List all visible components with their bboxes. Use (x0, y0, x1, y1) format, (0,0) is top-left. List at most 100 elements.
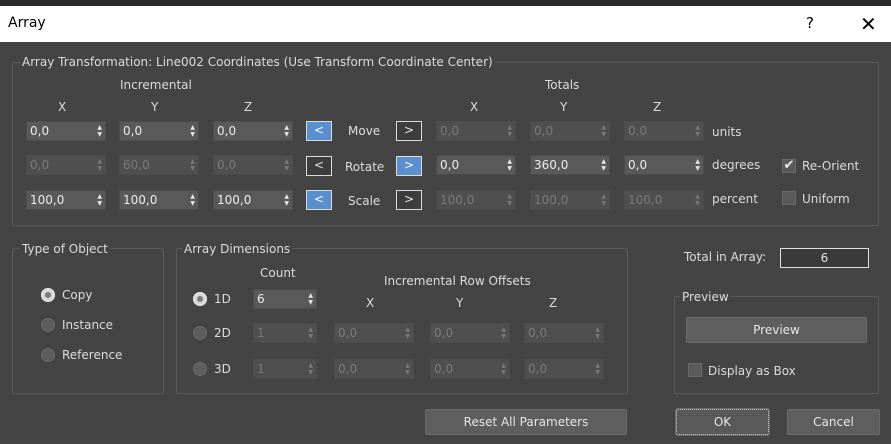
inc-y-header: Y (151, 100, 159, 114)
scale-left-arrow-button[interactable]: < (306, 190, 332, 210)
scale-right-arrow-button[interactable]: > (396, 190, 422, 210)
spinner-arrows-icon[interactable]: ▲ ▼ (308, 362, 313, 376)
spinner-arrows-icon[interactable]: ▲ ▼ (695, 124, 700, 138)
title-bar: Array ? ✕ (0, 6, 891, 42)
offset-3d-y[interactable]: 0,0 ▲ ▼ (430, 359, 510, 379)
tot-z-header: Z (653, 100, 662, 114)
rotate-label: Rotate (345, 160, 385, 174)
rotate-inc-y[interactable]: 60,0 ▲ ▼ (119, 155, 199, 175)
spinner-arrows-icon[interactable]: ▲ ▼ (284, 124, 289, 138)
inc-x-header: X (58, 100, 67, 114)
reorient-checkbox[interactable]: ✔ (782, 159, 796, 173)
rotate-right-arrow-button[interactable]: > (396, 156, 422, 176)
move-units-label: units (712, 125, 742, 139)
help-button[interactable]: ? (806, 14, 814, 32)
inc-z-header: Z (244, 100, 253, 114)
move-tot-x[interactable]: 0,0 ▲ ▼ (436, 121, 516, 141)
spinner-arrows-icon[interactable]: ▲ ▼ (507, 124, 512, 138)
instance-radio[interactable] (41, 318, 55, 332)
preview-button[interactable]: Preview (686, 317, 867, 343)
preview-title: Preview (680, 290, 731, 304)
reorient-label: Re-Orient (802, 159, 860, 173)
count-3d-spinner[interactable]: 1 ▲ ▼ (253, 359, 317, 379)
move-left-arrow-button[interactable]: < (306, 121, 332, 141)
scale-units-label: percent (712, 192, 758, 206)
offset-3d-z[interactable]: 0,0 ▲ ▼ (524, 359, 604, 379)
dimension-1d-radio[interactable] (193, 292, 207, 306)
spinner-arrows-icon[interactable]: ▲ ▼ (695, 193, 700, 207)
spinner-arrows-icon[interactable]: ▲ ▼ (308, 326, 313, 340)
spinner-arrows-icon[interactable]: ▲ ▼ (190, 124, 195, 138)
rotate-inc-x[interactable]: 0,0 ▲ ▼ (26, 155, 106, 175)
scale-tot-y[interactable]: 100,0 ▲ ▼ (530, 190, 610, 210)
spinner-arrows-icon[interactable]: ▲ ▼ (97, 124, 102, 138)
spinner-arrows-icon[interactable]: ▲ ▼ (501, 362, 506, 376)
offset-x-header: X (366, 296, 375, 310)
scale-inc-x[interactable]: 100,0 ▲ ▼ (26, 190, 106, 210)
spinner-arrows-icon[interactable]: ▲ ▼ (284, 193, 289, 207)
type-of-object-title: Type of Object (20, 242, 110, 256)
offsets-header: Incremental Row Offsets (384, 274, 531, 288)
move-right-arrow-button[interactable]: > (396, 121, 422, 141)
spinner-arrows-icon[interactable]: ▲ ▼ (190, 193, 195, 207)
rotate-left-arrow-button[interactable]: < (306, 156, 332, 176)
ok-button[interactable]: OK (675, 408, 770, 436)
move-tot-y[interactable]: 0,0 ▲ ▼ (530, 121, 610, 141)
spinner-arrows-icon[interactable]: ▲ ▼ (190, 158, 195, 172)
spinner-arrows-icon[interactable]: ▲ ▼ (507, 193, 512, 207)
spinner-arrows-icon[interactable]: ▲ ▼ (501, 326, 506, 340)
reference-radio[interactable] (41, 348, 55, 362)
offset-2d-z[interactable]: 0,0 ▲ ▼ (524, 323, 604, 343)
spinner-arrows-icon[interactable]: ▲ ▼ (601, 158, 606, 172)
move-inc-z[interactable]: 0,0 ▲ ▼ (213, 121, 293, 141)
spinner-arrows-icon[interactable]: ▲ ▼ (97, 193, 102, 207)
offset-2d-y[interactable]: 0,0 ▲ ▼ (430, 323, 510, 343)
close-button[interactable]: ✕ (860, 12, 877, 36)
array-dimensions-title: Array Dimensions (182, 242, 293, 256)
spinner-arrows-icon[interactable]: ▲ ▼ (601, 124, 606, 138)
rotate-tot-x[interactable]: 0,0 ▲ ▼ (436, 155, 516, 175)
rotate-units-label: degrees (712, 158, 761, 172)
dimension-1d-label: 1D (214, 292, 231, 306)
spinner-arrows-icon[interactable]: ▲ ▼ (405, 326, 410, 340)
move-inc-y[interactable]: 0,0 ▲ ▼ (119, 121, 199, 141)
count-2d-spinner[interactable]: 1 ▲ ▼ (253, 323, 317, 343)
spinner-arrows-icon[interactable]: ▲ ▼ (284, 158, 289, 172)
offset-3d-x[interactable]: 0,0 ▲ ▼ (334, 359, 414, 379)
uniform-label: Uniform (802, 192, 850, 206)
rotate-tot-z[interactable]: 0,0 ▲ ▼ (624, 155, 704, 175)
copy-label: Copy (62, 288, 93, 302)
scale-tot-x[interactable]: 100,0 ▲ ▼ (436, 190, 516, 210)
spinner-arrows-icon[interactable]: ▲ ▼ (695, 158, 700, 172)
scale-tot-z[interactable]: 100,0 ▲ ▼ (624, 190, 704, 210)
spinner-arrows-icon[interactable]: ▲ ▼ (308, 292, 313, 306)
display-as-box-checkbox[interactable] (688, 363, 702, 377)
reference-label: Reference (62, 348, 123, 362)
count-1d-spinner[interactable]: 6 ▲ ▼ (253, 289, 317, 309)
uniform-checkbox[interactable] (782, 191, 796, 205)
total-in-array-label: Total in Array: (684, 250, 767, 264)
spinner-arrows-icon[interactable]: ▲ ▼ (97, 158, 102, 172)
spinner-arrows-icon[interactable]: ▲ ▼ (405, 362, 410, 376)
cancel-button[interactable]: Cancel (787, 409, 880, 435)
dimension-2d-label: 2D (214, 326, 231, 340)
offset-z-header: Z (549, 296, 558, 310)
spinner-arrows-icon[interactable]: ▲ ▼ (595, 326, 600, 340)
dimension-2d-radio[interactable] (193, 326, 207, 340)
checkmark-icon: ✔ (783, 158, 795, 173)
total-in-array-value: 6 (780, 248, 869, 268)
dimension-3d-radio[interactable] (193, 362, 207, 376)
scale-inc-y[interactable]: 100,0 ▲ ▼ (119, 190, 199, 210)
copy-radio[interactable] (41, 288, 55, 302)
spinner-arrows-icon[interactable]: ▲ ▼ (507, 158, 512, 172)
move-inc-x[interactable]: 0,0 ▲ ▼ (26, 121, 106, 141)
rotate-inc-z[interactable]: 0,0 ▲ ▼ (213, 155, 293, 175)
spinner-arrows-icon[interactable]: ▲ ▼ (595, 362, 600, 376)
move-tot-z[interactable]: 0,0 ▲ ▼ (624, 121, 704, 141)
spinner-arrows-icon[interactable]: ▲ ▼ (601, 193, 606, 207)
scale-inc-z[interactable]: 100,0 ▲ ▼ (213, 190, 293, 210)
rotate-tot-y[interactable]: 360,0 ▲ ▼ (530, 155, 610, 175)
offset-2d-x[interactable]: 0,0 ▲ ▼ (334, 323, 414, 343)
display-as-box-label: Display as Box (708, 364, 796, 378)
reset-all-parameters-button[interactable]: Reset All Parameters (425, 409, 627, 435)
